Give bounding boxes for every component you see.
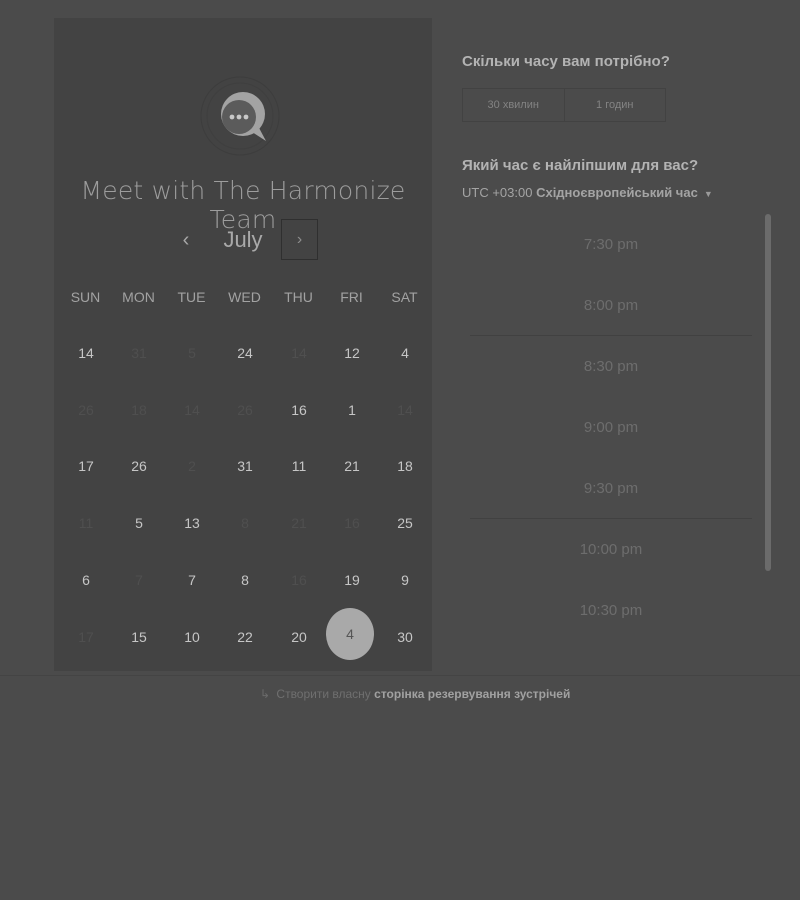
time-question: Який час є найліпшим для вас? xyxy=(462,157,699,174)
calendar-day: 7 xyxy=(135,572,143,588)
calendar-day[interactable]: 14 xyxy=(63,330,109,376)
calendar-day[interactable]: 6 xyxy=(63,557,109,603)
calendar-day[interactable]: 19 xyxy=(329,557,375,603)
calendar-day[interactable]: 1 xyxy=(329,387,375,433)
calendar-day: 5 xyxy=(188,345,196,361)
calendar-day[interactable]: 26 xyxy=(116,443,162,489)
prev-month-button[interactable]: ‹ xyxy=(174,222,198,258)
calendar-day[interactable]: 10 xyxy=(169,614,215,660)
calendar-day[interactable]: 13 xyxy=(169,500,215,546)
sprout-icon: ↳ xyxy=(260,687,271,701)
duration-option-1-hour[interactable]: 1 годин xyxy=(563,89,666,121)
timezone-selector[interactable]: UTC +03:00 Східноєвропейський час ▼ xyxy=(462,185,713,200)
calendar-day[interactable]: 24 xyxy=(222,330,268,376)
calendar-day: 26 xyxy=(237,402,253,418)
calendar-day-selected[interactable]: 4 xyxy=(326,608,374,660)
divider xyxy=(0,675,800,676)
calendar-day: 21 xyxy=(291,515,307,531)
weekday-label: SUN xyxy=(70,289,101,305)
calendar-day: 16 xyxy=(344,515,360,531)
time-slot[interactable]: 7:30 pm xyxy=(470,214,752,275)
time-slot[interactable]: 10:30 pm xyxy=(470,580,752,641)
calendar-day: 17 xyxy=(78,629,94,645)
weekday-label: SAT xyxy=(391,289,418,305)
weekday-label: MON xyxy=(122,289,155,305)
weekday-header: SUN MON TUE WED THU FRI SAT xyxy=(54,289,432,309)
calendar-day[interactable]: 7 xyxy=(169,557,215,603)
booking-panel: Meet with The Harmonize Team ‹ July › SU… xyxy=(54,18,432,671)
weekday-label: FRI xyxy=(340,289,363,305)
duration-question: Скільки часу вам потрібно? xyxy=(462,53,670,70)
calendar-day: 11 xyxy=(78,515,94,531)
team-logo xyxy=(200,74,286,160)
calendar-day: 14 xyxy=(397,402,413,418)
timezone-offset: UTC +03:00 xyxy=(462,185,533,200)
chevron-left-icon: ‹ xyxy=(182,229,190,251)
time-list-scrollbar[interactable] xyxy=(765,214,771,571)
calendar-day[interactable]: 31 xyxy=(222,443,268,489)
month-navigation: ‹ July › xyxy=(54,218,432,262)
caret-down-icon: ▼ xyxy=(703,189,713,199)
calendar-day[interactable]: 21 xyxy=(329,443,375,489)
calendar-day: 14 xyxy=(184,402,200,418)
weekday-label: WED xyxy=(228,289,261,305)
month-label: July xyxy=(223,227,263,252)
time-slot[interactable]: 9:00 pm xyxy=(470,397,752,458)
calendar-day[interactable]: 18 xyxy=(382,443,428,489)
chat-bubble-logo-icon xyxy=(200,76,280,156)
time-slot[interactable]: 10:00 pm xyxy=(470,519,752,580)
calendar-day: 14 xyxy=(291,345,307,361)
calendar-day: 2 xyxy=(188,458,196,474)
calendar-day: 18 xyxy=(131,402,147,418)
footer-prefix: Створити власну xyxy=(276,687,371,701)
calendar-day: 26 xyxy=(78,402,94,418)
booking-page-link[interactable]: сторінка резервування зустрічей xyxy=(374,687,570,701)
calendar-day: 8 xyxy=(241,515,249,531)
time-slot[interactable]: 8:30 pm xyxy=(470,336,752,397)
calendar-day[interactable]: 5 xyxy=(116,500,162,546)
calendar-day[interactable]: 30 xyxy=(382,614,428,660)
chevron-right-icon: › xyxy=(296,231,303,248)
calendar-day[interactable]: 15 xyxy=(116,614,162,660)
footer: ↳ Створити власну сторінка резервування … xyxy=(260,687,570,701)
time-slot-list: 7:30 pm 8:00 pm 8:30 pm 9:00 pm 9:30 pm … xyxy=(470,214,752,644)
time-slot[interactable]: 8:00 pm xyxy=(470,275,752,336)
calendar-day[interactable]: 9 xyxy=(382,557,428,603)
calendar-day[interactable]: 20 xyxy=(276,614,322,660)
calendar-day[interactable]: 17 xyxy=(63,443,109,489)
calendar-day[interactable]: 11 xyxy=(276,443,322,489)
duration-option-30-min[interactable]: 30 хвилин xyxy=(463,89,564,121)
calendar-day[interactable]: 25 xyxy=(382,500,428,546)
time-slot[interactable]: 9:30 pm xyxy=(470,458,752,519)
timezone-name: Східноєвропейський час xyxy=(536,185,698,200)
calendar-day: 31 xyxy=(131,345,147,361)
weekday-label: THU xyxy=(284,289,313,305)
calendar-day: 16 xyxy=(291,572,307,588)
calendar-day[interactable]: 12 xyxy=(329,330,375,376)
calendar-day[interactable]: 8 xyxy=(222,557,268,603)
calendar-day[interactable]: 22 xyxy=(222,614,268,660)
calendar-day[interactable]: 4 xyxy=(382,330,428,376)
duration-options: 30 хвилин 1 годин xyxy=(462,88,666,122)
next-month-button[interactable]: › xyxy=(281,219,318,260)
weekday-label: TUE xyxy=(177,289,206,305)
calendar-day[interactable]: 16 xyxy=(276,387,322,433)
